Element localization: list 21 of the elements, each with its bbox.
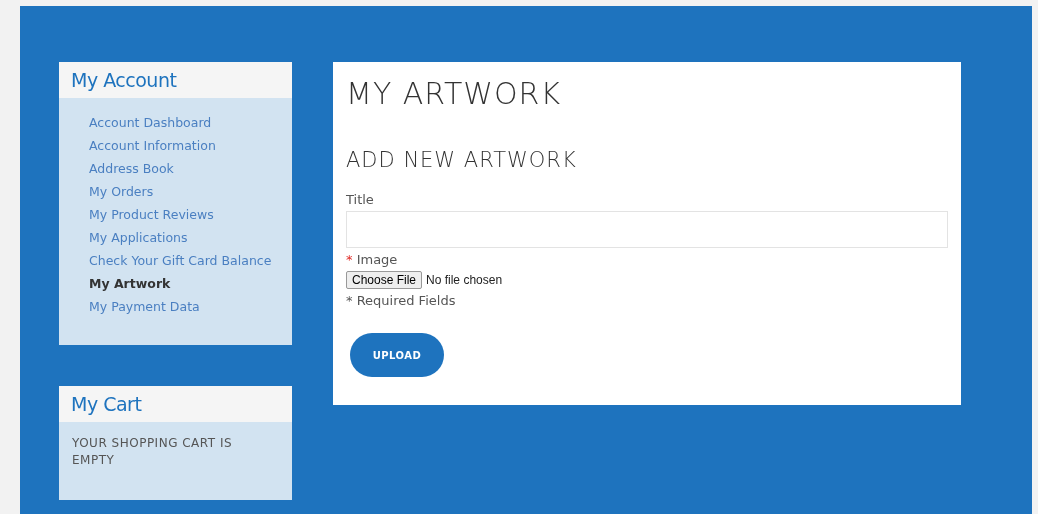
panel-title: My Account — [71, 69, 177, 91]
empty-cart-message: YOUR SHOPPING CART IS EMPTY — [71, 435, 234, 469]
title-input-field[interactable] — [346, 211, 948, 248]
sidebar-link[interactable]: My Orders — [89, 182, 154, 201]
panel-title: My Cart — [71, 393, 142, 415]
sidebar-link[interactable]: Account Dashboard — [89, 113, 212, 132]
field-label: * Image — [346, 252, 399, 267]
sidebar-link[interactable]: Address Book — [89, 159, 174, 178]
field-label: Title — [346, 192, 375, 207]
file-status: No file chosen — [426, 273, 503, 287]
sidebar-link[interactable]: My Product Reviews — [89, 205, 214, 224]
sidebar-link[interactable]: Check Your Gift Card Balance — [89, 251, 272, 270]
sidebar-link[interactable]: Account Information — [89, 136, 216, 155]
section-title: ADD NEW ARTWORK — [346, 148, 578, 172]
sidebar-link[interactable]: My Applications — [89, 228, 188, 247]
upload-button[interactable]: UPLOAD — [350, 333, 444, 377]
page-title: MY ARTWORK — [346, 76, 563, 111]
choose-file-button[interactable]: Choose File — [346, 271, 423, 289]
required-note: * Required Fields — [346, 293, 457, 308]
sidebar-link[interactable]: My Payment Data — [89, 297, 200, 316]
sidebar-link[interactable]: My Artwork — [89, 274, 171, 293]
